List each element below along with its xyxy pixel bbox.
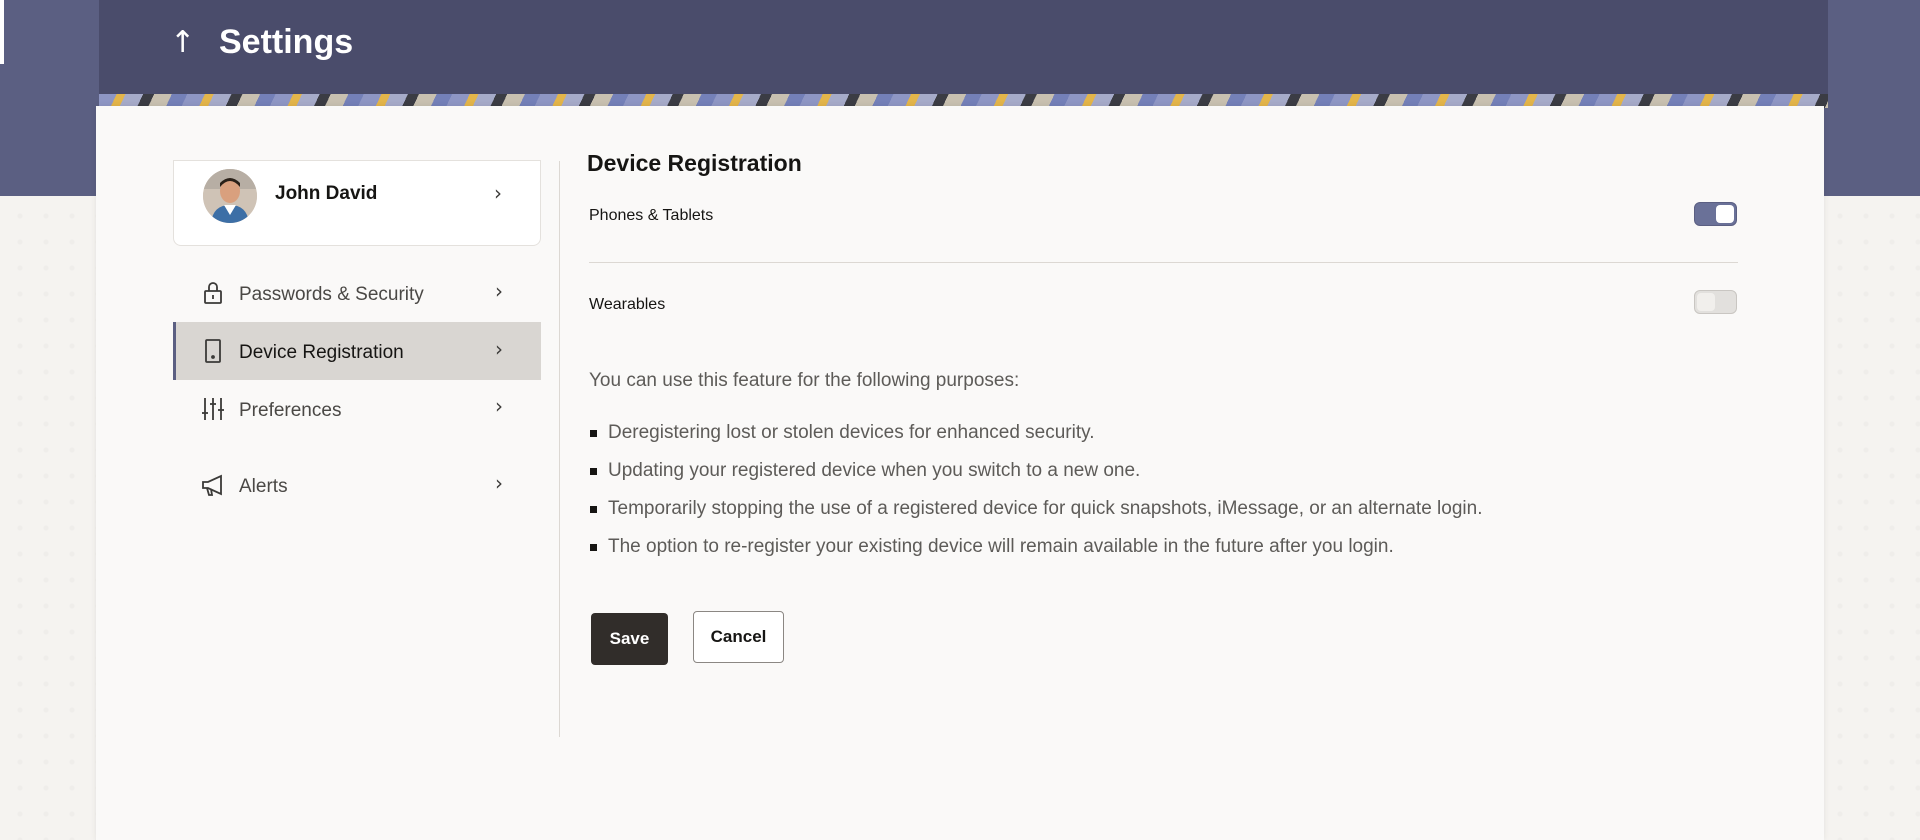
list-item: Temporarily stopping the use of a regist… (589, 497, 1482, 535)
sidebar-item-device-registration[interactable]: Device Registration › (173, 322, 541, 380)
vertical-divider (559, 161, 560, 737)
sidebar-item-alerts[interactable]: Alerts › (173, 456, 541, 514)
chevron-right-icon: › (495, 471, 503, 495)
chevron-right-icon: › (495, 279, 503, 303)
horizontal-divider (589, 262, 1738, 263)
page-header (99, 0, 1828, 94)
sidebar-item-passwords-security[interactable]: Passwords & Security › (173, 264, 541, 322)
sidebar-item-label: Passwords & Security (239, 284, 424, 305)
list-item: Deregistering lost or stolen devices for… (589, 421, 1482, 459)
feature-intro-text: You can use this feature for the followi… (589, 370, 1020, 391)
up-arrow-icon[interactable]: ↑ (170, 26, 200, 60)
toggle-knob (1716, 205, 1734, 223)
feature-purposes-list: Deregistering lost or stolen devices for… (589, 421, 1482, 573)
lock-icon (201, 281, 225, 305)
chevron-right-icon: › (494, 181, 502, 205)
save-button[interactable]: Save (591, 613, 668, 665)
profile-card[interactable]: John David › (173, 160, 541, 246)
wearables-label: Wearables (589, 296, 666, 313)
chevron-right-icon: › (495, 394, 503, 418)
section-title: Device Registration (587, 150, 802, 176)
megaphone-icon (201, 473, 225, 497)
sidebar-item-label: Alerts (239, 476, 288, 497)
list-item: The option to re-register your existing … (589, 535, 1482, 573)
sidebar-item-label: Preferences (239, 400, 342, 421)
wearables-toggle[interactable] (1694, 290, 1737, 314)
toggle-knob (1697, 293, 1715, 311)
left-edge-marker (0, 0, 4, 64)
sidebar-item-label: Device Registration (239, 342, 404, 363)
page-title: Settings (219, 23, 354, 61)
phones-tablets-toggle[interactable] (1694, 202, 1737, 226)
cancel-button[interactable]: Cancel (693, 611, 784, 663)
phones-tablets-label: Phones & Tablets (589, 207, 714, 224)
mobile-device-icon (201, 339, 225, 363)
avatar (203, 169, 257, 223)
sliders-icon (201, 397, 225, 421)
chevron-right-icon: › (495, 337, 503, 361)
profile-name: John David (275, 183, 378, 204)
sidebar-item-preferences[interactable]: Preferences › (173, 380, 541, 438)
list-item: Updating your registered device when you… (589, 459, 1482, 497)
